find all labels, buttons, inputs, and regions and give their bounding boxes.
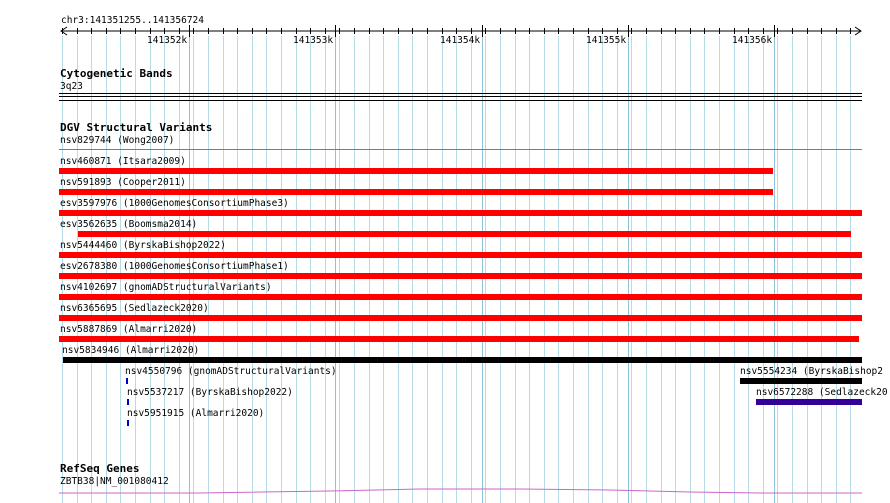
- variant-bar[interactable]: [59, 168, 773, 174]
- variant-bar[interactable]: [59, 149, 862, 150]
- variant-label[interactable]: nsv6572288 (Sedlazeck20: [756, 387, 888, 398]
- track-title-cytogenetic[interactable]: Cytogenetic Bands: [60, 68, 173, 80]
- variant-bar[interactable]: [59, 315, 862, 321]
- variant-label[interactable]: esv3562635 (Boomsma2014): [60, 219, 197, 230]
- variant-bar[interactable]: [78, 231, 851, 237]
- variant-bar[interactable]: [63, 357, 862, 363]
- variant-bar[interactable]: [59, 189, 773, 195]
- variant-bar[interactable]: [59, 294, 862, 300]
- variant-label[interactable]: nsv460871 (Itsara2009): [60, 156, 186, 167]
- variant-bar[interactable]: [756, 399, 862, 405]
- variant-label[interactable]: nsv5444460 (ByrskaBishop2022): [60, 240, 226, 251]
- cytoband-label[interactable]: 3q23: [60, 81, 83, 92]
- variant-bar[interactable]: [59, 252, 862, 258]
- cytoband-feature: [59, 96, 862, 97]
- variant-label[interactable]: nsv4550796 (gnomADStructuralVariants): [125, 366, 337, 377]
- variant-bar[interactable]: [127, 399, 129, 405]
- variant-label[interactable]: nsv6365695 (Sedlazeck2020): [60, 303, 209, 314]
- cytoband-feature[interactable]: [59, 93, 862, 94]
- ruler-tick-label: 141353k: [293, 35, 334, 46]
- variant-bar[interactable]: [59, 210, 862, 216]
- variant-label[interactable]: nsv5554234 (ByrskaBishop2: [740, 366, 883, 377]
- track-title-dgv[interactable]: DGV Structural Variants: [60, 122, 212, 134]
- variant-label[interactable]: esv2678380 (1000GenomesConsortiumPhase1): [60, 261, 289, 272]
- gene-feature[interactable]: [0, 485, 890, 497]
- variant-label[interactable]: nsv5537217 (ByrskaBishop2022): [127, 387, 293, 398]
- track-divider: [59, 100, 862, 101]
- variant-label[interactable]: nsv5887869 (Almarri2020): [60, 324, 197, 335]
- variant-bar[interactable]: [740, 378, 862, 384]
- variant-label[interactable]: nsv829744 (Wong2007): [60, 135, 174, 146]
- ruler-tick-label: 141352k: [147, 35, 188, 46]
- variant-label[interactable]: nsv5834946 (Almarri2020): [62, 345, 199, 356]
- variant-label[interactable]: nsv591893 (Cooper2011): [60, 177, 186, 188]
- variant-bar[interactable]: [126, 378, 128, 384]
- variant-label[interactable]: nsv5951915 (Almarri2020): [127, 408, 264, 419]
- variant-bar[interactable]: [59, 336, 859, 342]
- variant-label[interactable]: esv3597976 (1000GenomesConsortiumPhase3): [60, 198, 289, 209]
- variant-bar[interactable]: [59, 273, 862, 279]
- ruler-tick-label: 141354k: [440, 35, 481, 46]
- ruler-tick-label: 141355k: [586, 35, 627, 46]
- variant-label[interactable]: nsv4102697 (gnomADStructuralVariants): [60, 282, 272, 293]
- variant-bar[interactable]: [127, 420, 129, 426]
- ruler-tick-label: 141356k: [732, 35, 773, 46]
- track-title-refseq[interactable]: RefSeq Genes: [60, 463, 139, 475]
